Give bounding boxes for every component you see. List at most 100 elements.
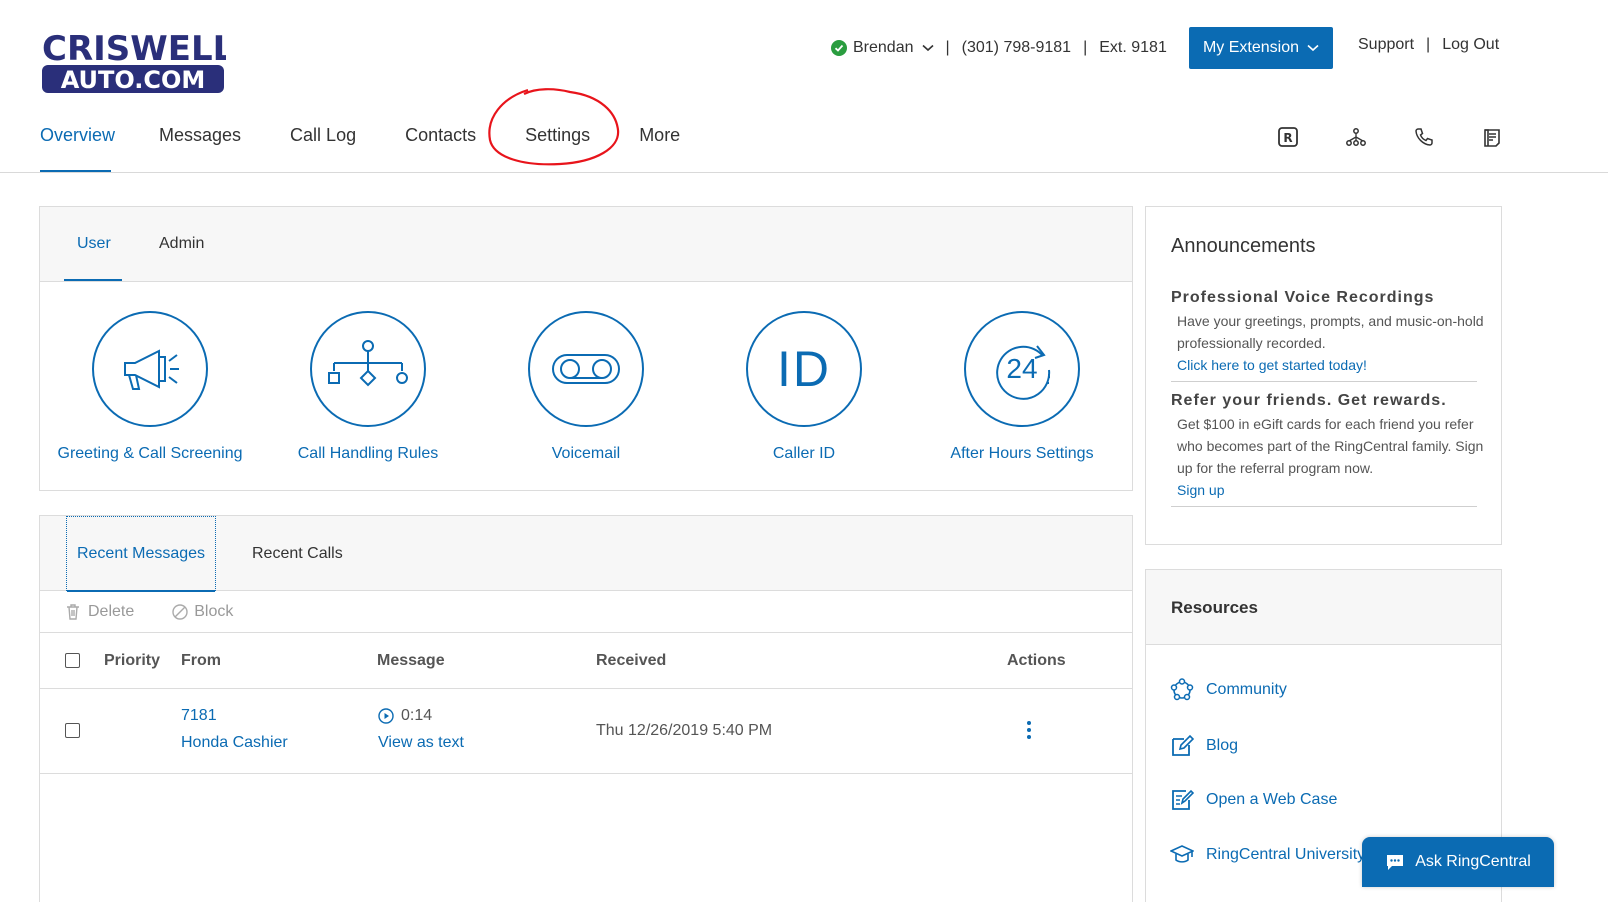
org-chart-icon[interactable] [1343,124,1369,150]
tab-admin[interactable]: Admin [159,235,204,253]
resource-label: Blog [1206,737,1239,754]
blog-link[interactable]: Blog [1170,734,1238,758]
logo-line-1: CRISWELL [42,30,226,69]
row-checkbox[interactable] [65,723,80,738]
trash-icon [67,603,79,620]
after-hours-settings-tile[interactable]: 24 After Hours Settings [922,311,1122,463]
phone-number: (301) 798-9181 [961,39,1072,56]
active-tab-indicator [64,279,122,281]
fax-icon[interactable] [1479,124,1505,150]
nav-divider [0,172,1608,173]
ringcentral-university-link[interactable]: RingCentral University [1170,843,1365,867]
nav-label: Call Log [290,125,357,145]
from-number-link[interactable]: 7181 [181,707,217,725]
settings-panel: User Admin Greeting & Call Screening Cal [39,206,1133,491]
col-priority[interactable]: Priority [104,652,160,670]
resources-title: Resources [1171,598,1258,617]
call-handling-rules-tile[interactable]: Call Handling Rules [268,311,468,463]
voicemail-player[interactable]: 0:14 [378,707,432,725]
divider [1171,381,1477,382]
status-available-icon [831,40,847,56]
logout-link[interactable]: Log Out [1442,36,1499,54]
table-row: 7181 Honda Cashier 0:14 View as text Thu… [40,689,1132,774]
graduation-cap-icon [1170,845,1194,863]
voice-recordings-link[interactable]: Click here to get started today! [1177,354,1367,376]
after-hours-icon: 24 [964,311,1080,427]
community-link[interactable]: Community [1170,678,1287,702]
nav-messages[interactable]: Messages [159,112,241,172]
separator: | [1083,39,1088,56]
voicemail-icon [528,311,644,427]
tab-recent-messages[interactable]: Recent Messages [66,516,216,592]
view-as-text-link[interactable]: View as text [378,734,464,752]
chat-bubble-icon [1387,855,1404,870]
after-hours-icon-text: 24 [1006,353,1038,384]
delete-button[interactable]: Delete [66,603,134,621]
more-actions-icon[interactable] [1023,719,1035,741]
criswell-auto-logo[interactable]: CRISWELL AUTO.COM [40,29,234,96]
col-actions: Actions [1007,652,1066,669]
nav-label: Overview [40,125,116,145]
play-icon [378,708,394,724]
col-from[interactable]: From [181,652,221,670]
recent-activity-tabs: Recent Messages Recent Calls [40,516,1132,592]
separator: | [1426,36,1431,53]
tab-label: Recent Calls [252,544,343,562]
block-button[interactable]: Block [172,603,233,621]
my-extension-label: My Extension [1202,39,1300,56]
greeting-call-screening-tile[interactable]: Greeting & Call Screening [50,311,250,463]
feature-label: Call Handling Rules [297,445,439,462]
community-icon [1170,678,1194,701]
resource-label: Open a Web Case [1206,791,1338,808]
call-flow-icon [310,311,426,427]
user-name: Brendan [853,39,914,56]
referral-sign-up-link[interactable]: Sign up [1177,479,1224,501]
rc-app-icon[interactable]: R [1275,124,1301,150]
block-icon [172,603,188,620]
tab-user[interactable]: User [77,235,111,253]
feature-label: After Hours Settings [950,445,1094,462]
received-time: Thu 12/26/2019 5:40 PM [596,722,773,739]
nav-more[interactable]: More [639,112,680,172]
resource-label: RingCentral University [1206,846,1366,863]
user-info-bar: Brendan | (301) 798-9181 | Ext. 9181 [831,36,1167,60]
my-extension-button[interactable]: My Extension [1189,27,1333,69]
col-received[interactable]: Received [596,652,666,670]
caller-id-icon: ID [746,311,862,427]
caller-id-icon-text: ID [777,341,831,397]
nav-overview[interactable]: Overview [40,112,115,172]
caller-id-tile[interactable]: ID Caller ID [704,311,904,463]
logo-line-2: AUTO.COM [61,66,206,94]
announcements-panel: Announcements Professional Voice Recordi… [1145,206,1502,545]
nav-label: More [639,125,681,145]
nav-call-log[interactable]: Call Log [290,112,356,172]
support-link[interactable]: Support [1358,36,1414,54]
col-message[interactable]: Message [377,652,445,670]
blog-icon [1172,734,1194,756]
feature-label: Voicemail [551,445,621,462]
messages-table-header: Priority From Message Received Actions [40,633,1132,689]
recent-activity-panel: Recent Messages Recent Calls Delete Bloc… [39,515,1133,902]
message-toolbar: Delete Block [40,591,1132,633]
nav-contacts[interactable]: Contacts [405,112,476,172]
extension-number: Ext. 9181 [1099,39,1167,56]
web-case-icon [1172,789,1194,810]
settings-annotation-circle [488,88,620,166]
delete-label: Delete [88,602,135,620]
phone-icon[interactable] [1411,124,1437,150]
from-name-link[interactable]: Honda Cashier [181,734,288,752]
select-all-checkbox[interactable] [65,653,80,668]
feature-label: Caller ID [772,445,836,462]
tab-recent-calls[interactable]: Recent Calls [252,516,343,591]
announcements-title: Announcements [1171,235,1316,257]
resource-label: Community [1206,681,1287,698]
announcement-body: Get $100 in eGift cards for each friend … [1177,416,1484,476]
open-web-case-link[interactable]: Open a Web Case [1170,788,1337,812]
user-name-dropdown[interactable]: Brendan [853,39,934,57]
announcement-heading: Refer your friends. Get rewards. [1171,392,1447,409]
nav-label: Messages [159,125,242,145]
voicemail-tile[interactable]: Voicemail [486,311,686,463]
ask-ringcentral-button[interactable]: Ask RingCentral [1362,837,1554,887]
ask-ringcentral-label: Ask RingCentral [1415,853,1531,870]
nav-label: Contacts [405,125,477,145]
